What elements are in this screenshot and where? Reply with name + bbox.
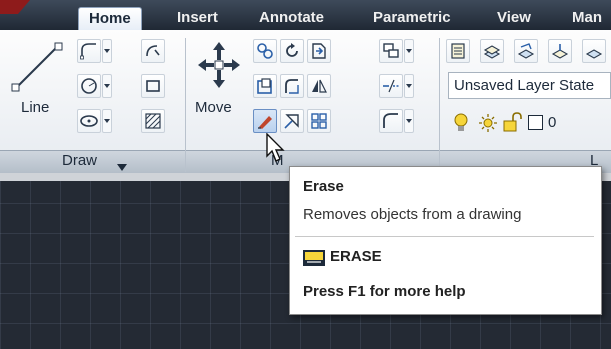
layer-match-button[interactable] [548,39,572,63]
panel-separator [439,38,440,172]
copy-button[interactable] [253,39,277,63]
layer-states-button[interactable] [480,39,504,63]
layer-color-swatch[interactable] [528,115,543,130]
tooltip-command: ERASE [330,248,382,265]
fillet-button[interactable] [280,74,304,98]
join-dropdown[interactable] [404,109,414,133]
break-button[interactable] [379,74,403,98]
rectangle-button[interactable] [141,74,165,98]
lightbulb-icon[interactable] [453,113,469,138]
tooltip-divider [295,236,594,237]
mouse-cursor-icon [266,132,286,168]
array-button[interactable] [307,109,331,133]
offset-dropdown[interactable] [404,39,414,63]
circle-button[interactable] [77,74,101,98]
tab-home[interactable]: Home [78,7,142,30]
ellipse-button[interactable] [77,109,101,133]
tab-annotate[interactable]: Annotate [259,7,324,29]
offset-button[interactable] [379,39,403,63]
hatch-button[interactable] [141,109,165,133]
scale-button[interactable] [280,109,304,133]
move-tool-icon[interactable] [196,40,242,90]
erase-command-icon [303,248,325,273]
current-layer-name[interactable]: 0 [548,114,556,131]
stretch-button[interactable] [253,74,277,98]
unlock-icon[interactable] [502,112,524,137]
layer-freeze-button[interactable] [582,39,606,63]
line-label: Line [21,99,50,116]
sun-icon[interactable] [478,113,498,138]
polyline-dropdown[interactable] [102,39,112,63]
move-label: Move [195,99,232,116]
ellipse-dropdown[interactable] [102,109,112,133]
trim-button[interactable] [307,39,331,63]
tab-parametric[interactable]: Parametric [373,7,451,29]
tooltip-help: Press F1 for more help [303,283,466,300]
layer-isolate-button[interactable] [514,39,538,63]
mirror-button[interactable] [307,74,331,98]
break-dropdown[interactable] [404,74,414,98]
rotate-button[interactable] [280,39,304,63]
erase-button[interactable] [253,109,277,133]
arc-button[interactable] [141,39,165,63]
panel-separator [185,38,186,172]
layer-properties-button[interactable] [446,39,470,63]
tab-manage[interactable]: Man [572,7,602,29]
polyline-button[interactable] [77,39,101,63]
join-button[interactable] [379,109,403,133]
tooltip-description: Removes objects from a drawing [303,206,522,223]
tooltip-title: Erase [303,178,344,195]
tab-view[interactable]: View [497,7,531,29]
draw-panel-title[interactable]: Draw [62,152,97,169]
line-tool-icon[interactable] [8,40,68,94]
layer-state-combo[interactable]: Unsaved Layer State [448,72,611,99]
tab-insert[interactable]: Insert [177,7,218,29]
circle-dropdown[interactable] [102,74,112,98]
